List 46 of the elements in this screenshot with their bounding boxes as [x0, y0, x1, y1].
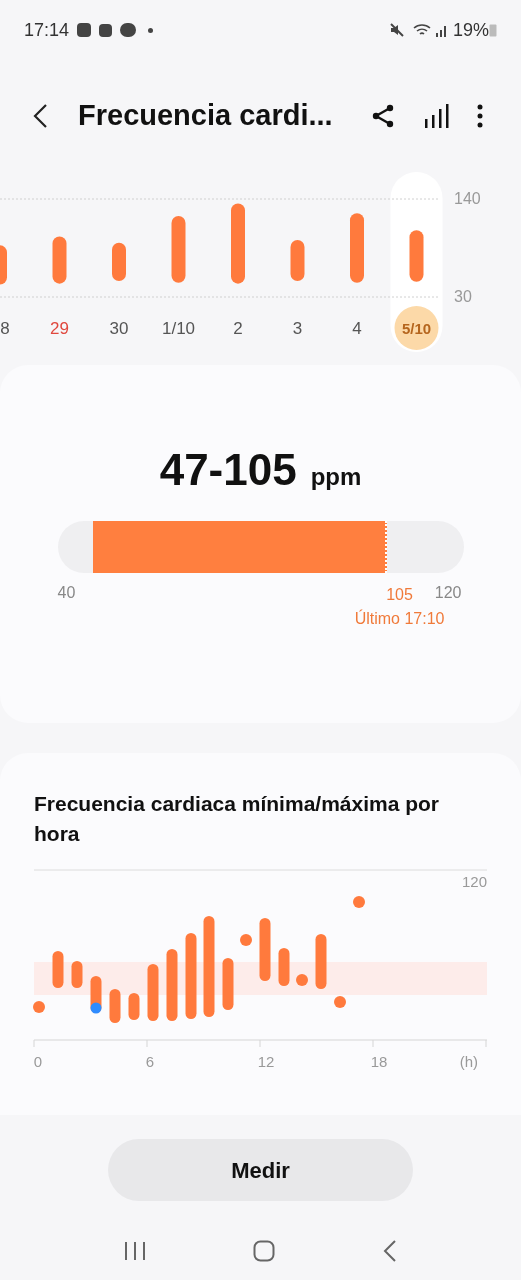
scale-max-label: 120	[434, 583, 462, 603]
date-label[interactable]: 30	[109, 319, 129, 338]
scale-min-label: 40	[57, 583, 76, 603]
status-time: 17:14	[24, 18, 70, 42]
bar-chart-icon	[424, 104, 450, 128]
date-label[interactable]: 8	[0, 319, 10, 338]
x-axis-label: 6	[145, 1053, 155, 1070]
range-bar	[290, 240, 305, 281]
date-label[interactable]: 29	[50, 319, 69, 338]
heart-rate-range: 47-105	[159, 444, 297, 496]
range-bar	[350, 213, 364, 283]
unit-label: ppm	[310, 462, 362, 492]
range-bar	[171, 215, 186, 283]
range-bar	[0, 245, 7, 285]
wifi-icon	[412, 23, 431, 37]
battery-icon	[489, 23, 497, 37]
y-axis-label: 140	[454, 190, 481, 207]
measure-button[interactable]: Medir	[108, 1139, 413, 1201]
last-value: 105	[386, 585, 413, 605]
hourly-chart-title: Frecuencia cardiaca mínima/máxima por hora	[33, 791, 441, 847]
more-icon	[477, 104, 483, 128]
last-reading-time: Último 17:10	[354, 608, 445, 629]
x-axis-label: 0	[33, 1053, 43, 1070]
x-axis-label: 18	[370, 1053, 388, 1070]
more-options-button[interactable]	[475, 102, 485, 130]
battery-percentage: 19%	[452, 18, 489, 42]
x-axis-label: (h)	[459, 1053, 478, 1070]
back-nav-icon[interactable]	[383, 1240, 398, 1262]
x-axis-label: 12	[257, 1053, 275, 1070]
range-bar	[112, 242, 126, 281]
mute-icon	[388, 22, 405, 38]
share-icon	[371, 104, 395, 128]
range-bar	[52, 236, 67, 284]
recent-apps-icon[interactable]	[123, 1241, 146, 1261]
date-label[interactable]: 2	[233, 319, 243, 338]
chart-view-button[interactable]	[423, 102, 451, 130]
date-label[interactable]: 4	[352, 319, 362, 338]
page-title: Frecuencia cardi...	[78, 98, 333, 134]
back-icon	[32, 103, 48, 129]
home-icon[interactable]	[253, 1240, 276, 1262]
y-axis-label: 120	[461, 873, 487, 890]
date-label[interactable]: 1/10	[161, 319, 196, 338]
signal-icon	[434, 23, 449, 37]
selected-date-circle	[394, 306, 439, 350]
y-axis-label: 30	[454, 288, 472, 305]
date-label[interactable]: 3	[292, 319, 303, 338]
